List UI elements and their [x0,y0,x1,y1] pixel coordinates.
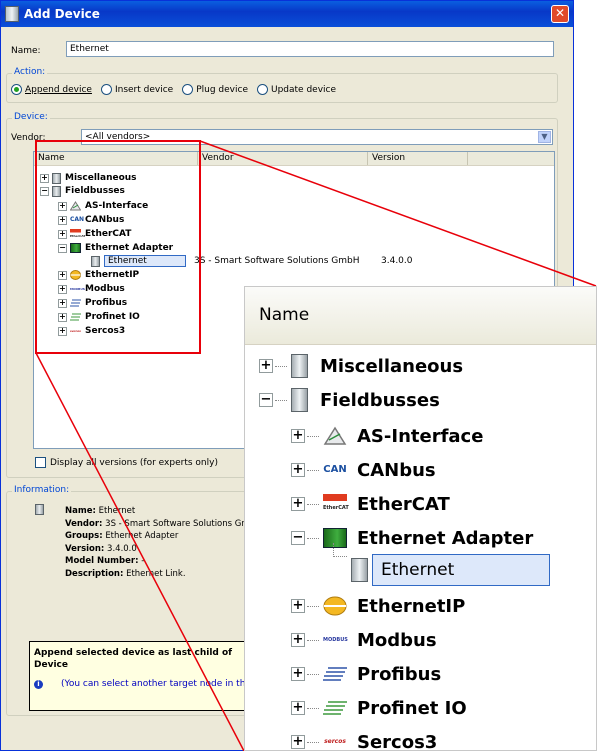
expand-icon: + [291,598,305,613]
tree-connector [307,741,319,743]
tree-connector [307,707,319,709]
zoom-tree-item-modbus: + MODBUS Modbus [291,625,437,655]
zoom-tree-item-ethernet-adapter: − Ethernet Adapter [291,523,533,553]
tree-item-label: Profinet IO [357,697,467,719]
expand-icon: + [259,358,273,373]
zoom-tree-item-ethernet: Ethernet [351,554,550,586]
expand-icon: + [291,700,305,715]
folder-icon [291,354,308,378]
device-icon [351,558,368,582]
tree-connector [275,365,287,367]
tree-item-label: Profibus [357,663,442,685]
collapse-icon: − [259,392,273,407]
expand-icon: + [291,734,305,749]
folder-icon [291,388,308,412]
sercos-icon: sercos [324,738,346,745]
expand-icon: + [291,496,305,511]
can-icon: CAN [323,464,347,475]
tree-item-label: EtherCAT [357,493,450,515]
zoom-tree-item-as-interface: + AS-Interface [291,421,483,451]
expand-icon: + [291,462,305,477]
expand-icon: + [291,428,305,443]
tree-item-label: AS-Interface [357,425,484,447]
zoom-column-header-name: Name [245,287,596,345]
tree-item-label: Ethernet [372,554,550,586]
tree-connector [307,537,319,539]
tree-connector [307,639,319,641]
tree-connector [307,469,319,471]
profibus-icon [323,664,347,684]
tree-item-label: EthernetIP [357,595,466,617]
tree-connector [307,503,319,505]
collapse-icon: − [291,530,305,545]
zoom-tree-item-fieldbusses: − Fieldbusses [259,385,440,415]
modbus-icon: MODBUS [323,637,348,643]
tree-connector [307,673,319,675]
zoom-tree-item-ethernetip: + EthernetIP [291,591,465,621]
zoom-tree-item-profibus: + Profibus [291,659,441,689]
tree-connector [333,543,347,557]
zoom-tree-item-canbus: + CAN CANbus [291,455,436,485]
zoom-tree-item-profinet-io: + Profinet IO [291,693,467,723]
tree-item-label: CANbus [357,459,436,481]
expand-icon: + [291,666,305,681]
ethercat-icon: EtherCAT [323,494,349,514]
profinet-icon [323,698,347,718]
as-interface-icon [323,426,347,446]
tree-connector [275,399,287,401]
tree-item-label: Sercos3 [357,731,438,751]
zoom-line-bottom [35,352,245,751]
tree-item-label: Fieldbusses [320,389,440,411]
zoom-source-rect [35,140,201,354]
zoom-tree-item-ethercat: + EtherCAT EtherCAT [291,489,450,519]
ethernetip-icon [323,596,347,616]
tree-connector [307,605,319,607]
zoom-line-top [199,140,597,287]
tree-connector [307,435,319,437]
expand-icon: + [291,632,305,647]
tree-item-label: Miscellaneous [320,355,464,377]
tree-item-label: Ethernet Adapter [357,527,534,549]
zoom-tree-item-miscellaneous: + Miscellaneous [259,351,463,381]
zoom-overlay: Name + Miscellaneous − Fieldbusses + AS-… [244,286,597,751]
tree-item-label: Modbus [357,629,437,651]
zoom-tree-item-sercos3: + sercos Sercos3 [291,727,438,751]
